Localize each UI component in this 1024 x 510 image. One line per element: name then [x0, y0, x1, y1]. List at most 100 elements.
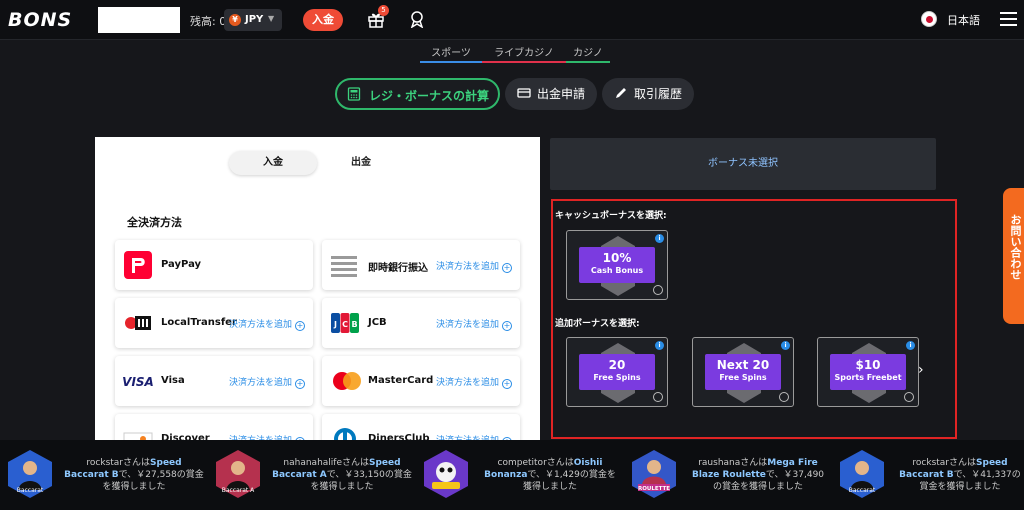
game-thumbnail-icon: ROULETTE	[632, 450, 676, 498]
transaction-history-button[interactable]: 取引履歴	[602, 78, 694, 110]
tab-casino[interactable]: カジノ	[566, 44, 610, 63]
info-icon[interactable]: i	[655, 341, 664, 350]
payment-method-name: JCB	[368, 317, 387, 328]
ticker-text: competitorさんはOishii Bonanzaで、￥1,429の賞金を獲…	[484, 458, 616, 492]
top-bar: BONS 残高: 0 ¥ JPY ▼ 入金 5 日本語	[0, 0, 1024, 40]
ticker-text: rockstarさんはSpeed Baccarat Bで、￥41,337の賞金を…	[899, 458, 1021, 492]
account-name-box[interactable]	[98, 7, 180, 33]
withdraw-request-button[interactable]: 出金申請	[505, 78, 597, 110]
tab-sports[interactable]: スポーツ	[420, 44, 482, 63]
payment-method-jcb[interactable]: J C B JCB 決済方法を追加 +	[322, 298, 520, 348]
svg-text:Baccarat: Baccarat	[849, 487, 876, 494]
bonus-pill: $10 Sports Freebet	[830, 354, 906, 390]
japan-flag-icon[interactable]	[921, 11, 937, 27]
cash-bonus-title: キャッシュボーナスを選択:	[555, 211, 667, 221]
info-icon[interactable]: i	[655, 234, 664, 243]
currency-selector[interactable]: ¥ JPY ▼	[224, 9, 282, 31]
award-ribbon-icon[interactable]	[408, 10, 426, 28]
bank-stripes-icon	[331, 256, 357, 277]
ticker-text: rockstarさんはSpeed Baccarat Bで、￥27,558の賞金を…	[64, 458, 204, 492]
gift-count-badge: 5	[378, 5, 389, 16]
caret-down-icon: ▼	[268, 14, 275, 23]
add-payment-method-link[interactable]: 決済方法を追加+	[436, 375, 512, 389]
plus-circle-icon: +	[502, 263, 512, 273]
select-radio[interactable]	[653, 392, 663, 402]
game-thumbnail-icon: Baccarat	[8, 450, 52, 498]
ticker-item[interactable]: Baccarat A nahanahalifeさんはSpeed Baccarat…	[216, 440, 416, 510]
bonus-card-cash-10[interactable]: 10% Cash Bonus i	[566, 230, 668, 300]
localtransfer-logo-icon	[125, 316, 151, 330]
deposit-button[interactable]: 入金	[303, 9, 343, 31]
ticker-text: raushanaさんはMega Fire Blaze Rouletteで、￥37…	[691, 458, 825, 492]
add-payment-method-link[interactable]: 決済方法を追加+	[436, 317, 512, 331]
calculator-icon	[347, 87, 361, 101]
brand-logo[interactable]: BONS	[8, 9, 72, 31]
visa-logo-icon: VISA	[122, 375, 154, 389]
payment-method-paypay[interactable]: PayPay	[115, 240, 313, 290]
game-thumbnail-icon: Baccarat A	[216, 450, 260, 498]
plus-circle-icon: +	[295, 379, 305, 389]
info-icon[interactable]: i	[781, 341, 790, 350]
section-title: 全決済方法	[127, 216, 182, 229]
game-thumbnail-icon	[424, 450, 468, 498]
bonus-calculator-button[interactable]: レジ・ボーナスの計算	[335, 78, 500, 110]
svg-text:Baccarat A: Baccarat A	[222, 487, 255, 494]
ticker-item[interactable]: ROULETTE raushanaさんはMega Fire Blaze Roul…	[632, 440, 832, 510]
withdraw-request-label: 出金申請	[537, 87, 586, 101]
winners-ticker: Baccarat rockstarさんはSpeed Baccarat Bで、￥2…	[0, 440, 1024, 510]
add-payment-method-link[interactable]: 決済方法を追加+	[436, 259, 512, 273]
ticker-item[interactable]: competitorさんはOishii Bonanzaで、￥1,429の賞金を獲…	[424, 440, 624, 510]
chevron-right-icon[interactable]: ›	[918, 362, 924, 378]
svg-text:C: C	[342, 320, 348, 329]
currency-code: JPY	[245, 14, 264, 25]
select-radio[interactable]	[904, 392, 914, 402]
hamburger-menu-icon[interactable]	[1000, 12, 1017, 26]
transaction-history-label: 取引履歴	[634, 87, 683, 101]
payment-method-panel: 入金 出金 全決済方法 PayPay 即時銀行振込 決済方法を追加 + Local…	[95, 137, 540, 447]
language-selector[interactable]: 日本語	[947, 12, 980, 28]
extra-bonus-title: 追加ボーナスを選択:	[555, 319, 640, 329]
bonus-pill: 10% Cash Bonus	[579, 247, 655, 283]
game-thumbnail-icon: Baccarat	[840, 450, 884, 498]
plus-circle-icon: +	[295, 321, 305, 331]
bonus-pill: 20 Free Spins	[579, 354, 655, 390]
payment-method-visa[interactable]: VISA Visa 決済方法を追加 +	[115, 356, 313, 406]
bonus-card-next-20-free-spins[interactable]: Next 20 Free Spins i	[692, 337, 794, 407]
ticker-item[interactable]: Baccarat rockstarさんはSpeed Baccarat Bで、￥4…	[840, 440, 1024, 510]
contact-side-tab[interactable]: お問い合わせ	[1003, 188, 1024, 324]
payment-method-name: 即時銀行振込	[368, 263, 428, 274]
tab-live-casino[interactable]: ライブカジノ	[482, 44, 566, 63]
ticker-text: nahanahalifeさんはSpeed Baccarat Aで、￥33,150…	[272, 458, 412, 492]
plus-circle-icon: +	[502, 321, 512, 331]
svg-text:VISA: VISA	[122, 375, 154, 389]
svg-text:B: B	[351, 320, 357, 329]
info-icon[interactable]: i	[906, 341, 915, 350]
payment-method-name: LocalTransfer	[161, 317, 237, 328]
svg-text:Baccarat: Baccarat	[17, 487, 44, 494]
payment-method-name: MasterCard	[368, 375, 434, 386]
payment-method-mastercard[interactable]: MasterCard 決済方法を追加 +	[322, 356, 520, 406]
payment-method-name: Visa	[161, 375, 185, 386]
payment-method-instant-bank-transfer[interactable]: 即時銀行振込 決済方法を追加 +	[322, 240, 520, 290]
ticker-item[interactable]: Baccarat rockstarさんはSpeed Baccarat Bで、￥2…	[8, 440, 208, 510]
svg-text:J: J	[333, 320, 337, 329]
payment-method-localtransfer[interactable]: LocalTransfer 決済方法を追加 +	[115, 298, 313, 348]
mastercard-logo-icon	[333, 372, 361, 390]
plus-circle-icon: +	[502, 379, 512, 389]
add-payment-method-link[interactable]: 決済方法を追加+	[229, 375, 305, 389]
jcb-logo-icon: J C B	[331, 313, 359, 333]
svg-text:ROULETTE: ROULETTE	[638, 486, 670, 492]
tab-withdraw[interactable]: 出金	[317, 151, 405, 175]
bonus-pill: Next 20 Free Spins	[705, 354, 781, 390]
payment-method-name: PayPay	[161, 259, 202, 270]
bonus-card-free-spins-20[interactable]: 20 Free Spins i	[566, 337, 668, 407]
pen-icon	[616, 88, 626, 98]
paypay-logo-icon	[124, 251, 152, 279]
select-radio[interactable]	[653, 285, 663, 295]
no-bonus-selected: ボーナス未選択	[550, 138, 936, 190]
select-radio[interactable]	[779, 392, 789, 402]
add-payment-method-link[interactable]: 決済方法を追加+	[229, 317, 305, 331]
bonus-calculator-label: レジ・ボーナスの計算	[369, 89, 490, 103]
tab-deposit[interactable]: 入金	[229, 151, 317, 175]
bonus-card-sports-freebet[interactable]: $10 Sports Freebet i	[817, 337, 919, 407]
